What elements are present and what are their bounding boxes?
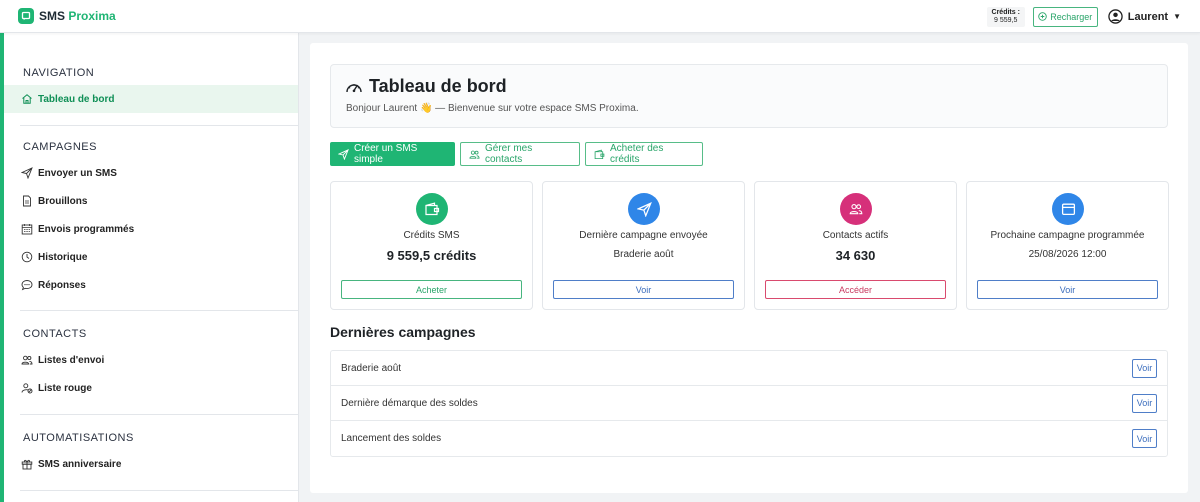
buy-button[interactable]: Acheter (341, 280, 522, 299)
users-icon (20, 354, 33, 367)
sidebar-item-label: Envoyer un SMS (38, 167, 117, 179)
app-logo[interactable]: SMS Proxima (18, 8, 116, 24)
user-avatar-icon (1108, 9, 1123, 24)
plus-circle-icon (1038, 12, 1047, 21)
sidebar-divider (20, 490, 298, 491)
list-item: Lancement des soldes Voir (331, 421, 1167, 456)
page-title-text: Tableau de bord (369, 76, 507, 96)
sidebar-heading-contacts: CONTACTS (23, 328, 87, 340)
stat-value: 25/08/2026 12:00 (1028, 249, 1107, 260)
user-block-icon (20, 382, 33, 395)
sidebar-heading-automations: AUTOMATISATIONS (23, 432, 134, 444)
recent-campaigns-list: Braderie août Voir Dernière démarque des… (330, 350, 1168, 457)
clock-icon (20, 251, 33, 264)
sidebar-item-birthday-sms[interactable]: SMS anniversaire (4, 450, 298, 478)
sidebar-item-send-lists[interactable]: Listes d'envoi (4, 346, 298, 374)
top-bar: SMS Proxima Crédits : 9 559,5 Recharger … (0, 0, 1200, 33)
stat-label: Contacts actifs (822, 230, 889, 241)
calendar-icon (20, 223, 33, 236)
calendar-icon (1052, 193, 1084, 225)
wallet-icon (416, 193, 448, 225)
sidebar-item-label: Brouillons (38, 195, 88, 207)
manage-contacts-button[interactable]: Gérer mes contacts (460, 142, 580, 166)
recent-campaigns-title: Dernières campagnes (330, 324, 476, 340)
home-icon (20, 93, 33, 106)
sidebar-item-blacklist[interactable]: Liste rouge (4, 374, 298, 402)
page-title: Tableau de bord (345, 76, 507, 97)
user-name: Laurent (1127, 10, 1169, 23)
credits-value: 9 559,5 (994, 16, 1018, 24)
sidebar-item-drafts[interactable]: Brouillons (4, 187, 298, 215)
stat-value: Braderie août (613, 249, 674, 260)
sidebar-item-label: Réponses (38, 279, 86, 291)
chat-icon (20, 279, 33, 292)
app-name: SMS Proxima (39, 9, 116, 23)
quick-actions: Créer un SMS simple Gérer mes contacts A… (330, 142, 708, 166)
stat-card-credits: Crédits SMS 9 559,5 crédits Acheter (330, 181, 533, 310)
sidebar-item-label: Liste rouge (38, 382, 92, 394)
stat-card-active-contacts: Contacts actifs 34 630 Accéder (754, 181, 957, 310)
list-item: Braderie août Voir (331, 351, 1167, 386)
main-content: Tableau de bord Bonjour Laurent 👋 — Bien… (310, 43, 1188, 493)
user-menu[interactable]: Laurent ▼ (1108, 9, 1181, 24)
view-campaign-button[interactable]: Voir (1132, 393, 1157, 413)
stat-label: Crédits SMS (403, 230, 460, 241)
stat-card-next-campaign: Prochaine campagne programmée 25/08/2026… (966, 181, 1169, 310)
speedometer-icon (345, 80, 363, 94)
stat-label: Prochaine campagne programmée (990, 230, 1145, 241)
send-icon (338, 148, 349, 160)
logo-prefix: SMS (39, 9, 66, 23)
sidebar-item-label: Historique (38, 251, 88, 263)
users-icon (840, 193, 872, 225)
campaign-name: Lancement des soldes (341, 433, 442, 444)
sidebar: NAVIGATION Tableau de bord CAMPAGNES Env… (4, 33, 299, 502)
view-campaign-button[interactable]: Voir (1132, 429, 1157, 448)
sidebar-item-history[interactable]: Historique (4, 243, 298, 271)
sidebar-heading-campaigns: CAMPAGNES (23, 141, 97, 153)
recharge-label: Recharger (1050, 11, 1093, 22)
create-sms-label: Créer un SMS simple (354, 143, 418, 165)
welcome-message: Bonjour Laurent 👋 — Bienvenue sur votre … (346, 103, 639, 114)
credits-balance: Crédits : 9 559,5 (986, 6, 1025, 27)
file-icon (20, 195, 33, 208)
sidebar-heading-navigation: NAVIGATION (23, 67, 95, 79)
sidebar-item-label: Envois programmés (38, 223, 135, 235)
wallet-icon (594, 149, 605, 160)
list-item: Dernière démarque des soldes Voir (331, 386, 1167, 421)
sidebar-item-replies[interactable]: Réponses (4, 271, 298, 299)
create-sms-button[interactable]: Créer un SMS simple (330, 142, 455, 166)
stat-card-last-campaign: Dernière campagne envoyée Braderie août … (542, 181, 745, 310)
view-button[interactable]: Voir (553, 280, 734, 299)
sidebar-item-label: SMS anniversaire (38, 458, 122, 470)
access-button[interactable]: Accéder (765, 280, 946, 299)
buy-credits-label: Acheter des crédits (610, 143, 664, 165)
stat-label: Dernière campagne envoyée (579, 230, 708, 241)
sidebar-item-label: Listes d'envoi (38, 354, 105, 366)
send-icon (20, 167, 33, 180)
logo-chat-icon (18, 8, 34, 24)
logo-suffix: Proxima (68, 9, 116, 23)
recharge-button[interactable]: Recharger (1032, 6, 1098, 27)
gift-icon (20, 458, 33, 471)
sidebar-item-scheduled[interactable]: Envois programmés (4, 215, 298, 243)
send-icon (628, 193, 660, 225)
stat-value: 34 630 (835, 248, 876, 263)
campaign-name: Dernière démarque des soldes (341, 397, 478, 409)
credits-label: Crédits : (991, 8, 1020, 16)
chevron-down-icon: ▼ (1173, 12, 1181, 21)
buy-credits-button[interactable]: Acheter des crédits (585, 142, 703, 166)
stat-value: 9 559,5 crédits (386, 248, 477, 263)
sidebar-item-dashboard[interactable]: Tableau de bord (4, 85, 298, 113)
view-campaign-button[interactable]: Voir (1132, 358, 1157, 378)
stats-cards: Crédits SMS 9 559,5 crédits Acheter Dern… (330, 181, 1169, 310)
sidebar-item-send-sms[interactable]: Envoyer un SMS (4, 159, 298, 187)
page-header: Tableau de bord Bonjour Laurent 👋 — Bien… (330, 64, 1168, 128)
campaign-name: Braderie août (341, 362, 402, 374)
manage-contacts-label: Gérer mes contacts (485, 143, 533, 165)
view-button[interactable]: Voir (977, 280, 1158, 299)
sidebar-item-label: Tableau de bord (38, 93, 115, 105)
users-icon (469, 149, 480, 160)
